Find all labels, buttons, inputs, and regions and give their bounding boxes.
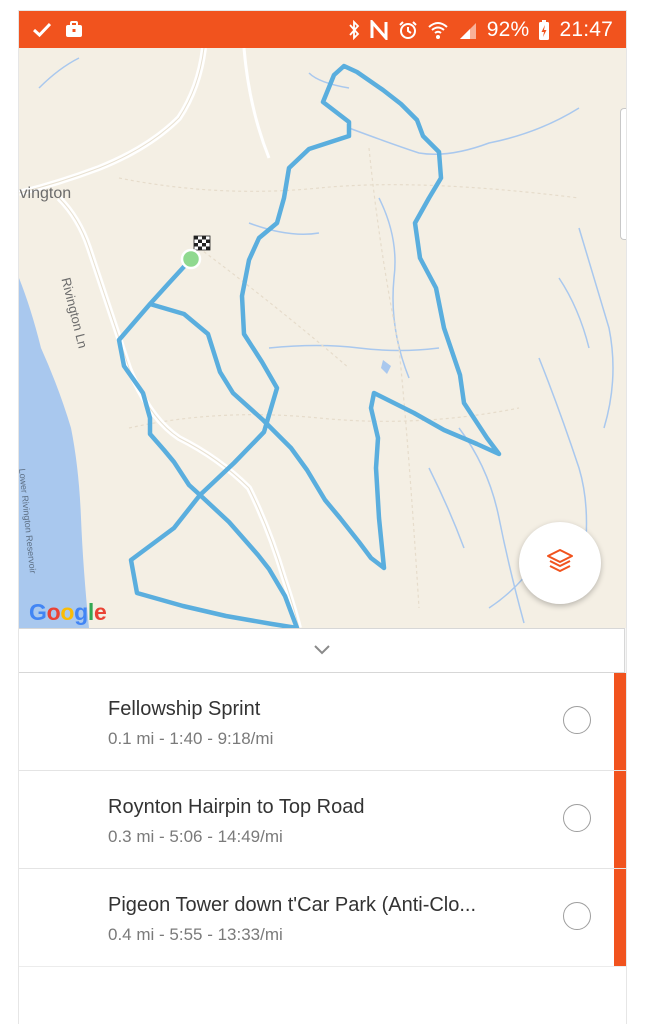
layers-icon — [546, 548, 574, 579]
status-bar: 92% 21:47 — [19, 11, 626, 48]
segment-accent-bar — [614, 869, 626, 966]
segment-select-radio[interactable] — [563, 804, 591, 832]
map-label-town: ivington — [19, 185, 72, 202]
alarm-icon — [398, 20, 418, 40]
tracks — [118, 147, 580, 609]
segment-select-radio[interactable] — [563, 706, 591, 734]
battery-charging-icon — [538, 19, 550, 41]
collapse-map-button[interactable] — [19, 628, 625, 673]
check-icon — [33, 22, 51, 38]
segment-row[interactable]: Pigeon Tower down t'Car Park (Anti-Clo..… — [19, 869, 626, 967]
segment-list: Fellowship Sprint 0.1 mi - 1:40 - 9:18/m… — [19, 673, 626, 967]
segment-select-radio[interactable] — [563, 902, 591, 930]
map-layers-button[interactable] — [519, 522, 601, 604]
briefcase-icon — [65, 21, 83, 38]
pond — [381, 360, 391, 374]
segment-stats: 0.3 mi - 5:06 - 14:49/mi — [108, 827, 283, 846]
segment-stats: 0.1 mi - 1:40 - 9:18/mi — [108, 729, 274, 748]
segment-accent-bar — [614, 771, 626, 868]
nfc-icon — [369, 19, 389, 40]
finish-flag-icon — [193, 235, 211, 251]
segment-row[interactable]: Roynton Hairpin to Top Road 0.3 mi - 5:0… — [19, 771, 626, 869]
start-marker — [180, 248, 202, 270]
segment-accent-bar — [614, 673, 626, 770]
clock: 21:47 — [559, 17, 613, 41]
map-drawer-handle[interactable] — [620, 108, 626, 240]
segment-name: Roynton Hairpin to Top Road — [108, 796, 365, 818]
segment-row[interactable]: Fellowship Sprint 0.1 mi - 1:40 - 9:18/m… — [19, 673, 626, 771]
segment-name: Pigeon Tower down t'Car Park (Anti-Clo..… — [108, 894, 477, 916]
battery-percent: 92% — [486, 17, 530, 41]
wifi-icon — [427, 20, 449, 40]
bluetooth-icon — [348, 19, 360, 40]
signal-icon — [458, 20, 478, 40]
phone-screen: 92% 21:47 ivington Rivington Ln Lower Ri… — [19, 11, 626, 1024]
list-empty-area — [19, 966, 626, 1024]
google-logo: Google — [29, 599, 107, 625]
segment-stats: 0.4 mi - 5:55 - 13:33/mi — [108, 925, 283, 944]
segment-name: Fellowship Sprint — [108, 698, 261, 720]
chevron-down-icon — [313, 642, 331, 660]
route-map[interactable]: ivington Rivington Ln Lower Rivington Re… — [19, 48, 626, 628]
route-path — [116, 63, 502, 628]
